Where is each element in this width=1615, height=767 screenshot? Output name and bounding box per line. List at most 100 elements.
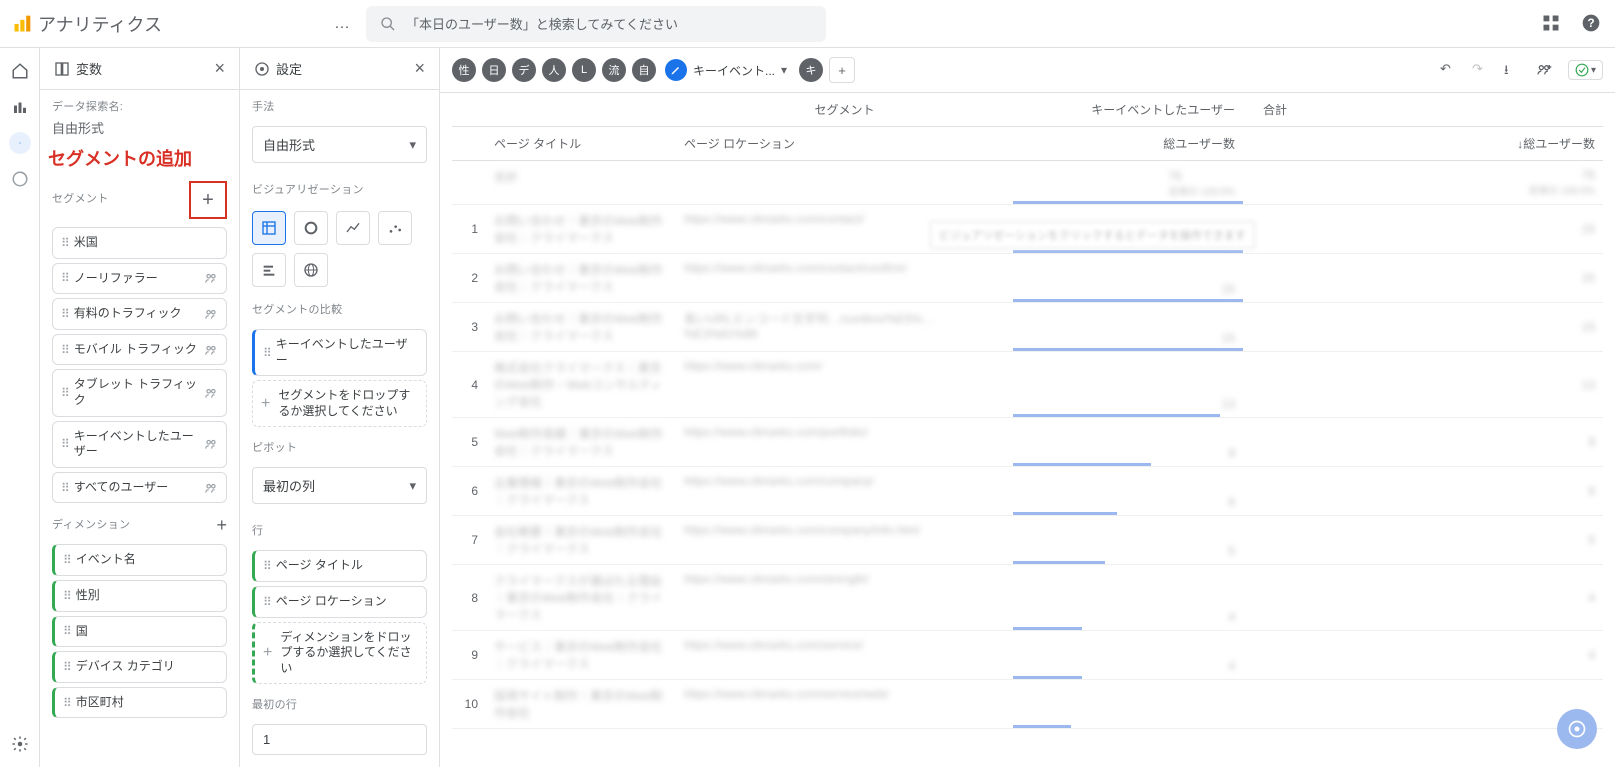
table: セグメント キーイベントしたユーザー 合計 ページ タイトル ページ ロケーショ… bbox=[440, 93, 1615, 767]
undo-icon[interactable]: ↶ bbox=[1440, 61, 1458, 79]
variables-icon bbox=[54, 61, 70, 77]
left-nav bbox=[0, 48, 40, 767]
search-placeholder: 「本日のユーザー数」と検索してみてください bbox=[406, 14, 678, 33]
dimension-chip[interactable]: ⠿市区町村 bbox=[52, 687, 227, 719]
add-segment-button[interactable]: + bbox=[189, 181, 227, 219]
viz-donut-icon[interactable] bbox=[294, 211, 328, 245]
add-dimension-button[interactable]: + bbox=[216, 515, 227, 536]
status-ok[interactable]: ▾ bbox=[1568, 60, 1603, 80]
table-row: 2お問い合わせ｜東京のWeb制作会社｜クライマークスhttps://www.cl… bbox=[452, 254, 1603, 303]
seg-compare-label: セグメントの比較 bbox=[252, 301, 427, 317]
table-row: 6企業情報｜東京のWeb制作会社｜クライマークスhttps://www.clim… bbox=[452, 467, 1603, 516]
row-chip[interactable]: ⠿ページ ロケーション bbox=[252, 586, 427, 618]
chevron-down-icon: ▾ bbox=[1591, 65, 1596, 76]
segment-chip[interactable]: ⠿有料のトラフィック bbox=[52, 298, 227, 330]
svg-text:?: ? bbox=[1587, 17, 1594, 30]
home-icon[interactable] bbox=[9, 60, 31, 82]
close-settings-icon[interactable]: × bbox=[414, 58, 425, 79]
table-row: 合計76全体の 100.0%76全体の 100.0% bbox=[452, 161, 1603, 205]
redo-icon[interactable]: ↷ bbox=[1472, 61, 1490, 79]
segment-chip[interactable]: ⠿モバイル トラフィック bbox=[52, 334, 227, 366]
tab-circle[interactable]: L bbox=[572, 58, 596, 82]
settings-title: 設定 bbox=[276, 59, 302, 78]
col-keyevent-users: キーイベントしたユーザー bbox=[1013, 93, 1243, 126]
fab-button[interactable] bbox=[1557, 709, 1597, 749]
annotation-add-segment: セグメントの追加 bbox=[40, 141, 239, 173]
dimension-section-label: ディメンション bbox=[52, 516, 130, 532]
dimension-chip[interactable]: ⠿イベント名 bbox=[52, 544, 227, 576]
method-select[interactable]: 自由形式▾ bbox=[252, 126, 427, 163]
viz-geo-icon[interactable] bbox=[294, 253, 328, 287]
download-icon[interactable]: ⭳ bbox=[1504, 61, 1522, 79]
viz-line-icon[interactable] bbox=[336, 211, 370, 245]
viz-table-icon[interactable] bbox=[252, 211, 286, 245]
variables-title: 変数 bbox=[76, 59, 102, 78]
settings-panel: 設定 × 手法 自由形式▾ ビジュアリゼーション セグメントの比較 ⠿キーイベン… bbox=[240, 48, 440, 767]
tooltip: ビジュアリゼーションをクリックするとデータを操作できます bbox=[930, 221, 1255, 249]
tab-circle[interactable]: 人 bbox=[542, 58, 566, 82]
segment-chip[interactable]: ⠿タブレット トラフィック bbox=[52, 369, 227, 416]
table-row: 10採用サイト制作｜東京のWeb制作会社https://www.climarks… bbox=[452, 680, 1603, 729]
segment-chip[interactable]: ⠿すべてのユーザー bbox=[52, 472, 227, 504]
chevron-down-icon[interactable]: ▾ bbox=[781, 63, 787, 77]
pivot-select[interactable]: 最初の列▾ bbox=[252, 467, 427, 504]
settings-panel-icon bbox=[254, 61, 270, 77]
segment-chip[interactable]: ⠿ノーリファラー bbox=[52, 263, 227, 295]
segment-chip[interactable]: ⠿キーイベントしたユーザー bbox=[52, 421, 227, 468]
pivot-label: ピボット bbox=[252, 439, 427, 455]
col-total-users[interactable]: 総ユーザー数 bbox=[1013, 127, 1243, 160]
tab-circle[interactable]: キ bbox=[799, 58, 823, 82]
segment-chip[interactable]: ⠿米国 bbox=[52, 227, 227, 259]
tab-circle[interactable]: 流 bbox=[602, 58, 626, 82]
tab-circle[interactable]: デ bbox=[512, 58, 536, 82]
viz-label: ビジュアリゼーション bbox=[252, 181, 427, 197]
reports-icon[interactable] bbox=[9, 96, 31, 118]
seg-drop-zone[interactable]: +セグメントをドロップするか選択してください bbox=[252, 380, 427, 427]
col-page-title[interactable]: ページ タイトル bbox=[486, 127, 676, 160]
segment-section-label: セグメント bbox=[52, 190, 109, 206]
dim-drop-zone[interactable]: +ディメンションをドロップするか選択してください bbox=[252, 622, 427, 685]
row-chip[interactable]: ⠿ページ タイトル bbox=[252, 550, 427, 582]
ads-icon[interactable] bbox=[9, 168, 31, 190]
tab-circle[interactable]: 性 bbox=[452, 58, 476, 82]
first-row-label: 最初の行 bbox=[252, 696, 427, 712]
settings-icon[interactable] bbox=[9, 733, 31, 755]
chevron-down-icon: ▾ bbox=[409, 478, 416, 494]
dimension-chip[interactable]: ⠿性別 bbox=[52, 580, 227, 612]
table-row: 3お問い合わせ｜東京のWeb制作会社｜クライマークス長いURLエンコード文字列…… bbox=[452, 303, 1603, 352]
tab-circle[interactable]: 日 bbox=[482, 58, 506, 82]
viz-bar-icon[interactable] bbox=[252, 253, 286, 287]
app-title: アナリティクス bbox=[38, 11, 162, 37]
table-row: 7会社概要｜東京のWeb制作会社｜クライマークスhttps://www.clim… bbox=[452, 516, 1603, 565]
search-icon bbox=[380, 16, 396, 32]
topbar: アナリティクス … 「本日のユーザー数」と検索してみてください ? bbox=[0, 0, 1615, 48]
tab-active[interactable]: キーイベント... ▾ bbox=[662, 56, 793, 84]
col-segment: セグメント bbox=[676, 93, 1013, 126]
variables-panel: 変数 × データ探索名: 自由形式 セグメントの追加 セグメント + ⠿米国⠿ノ… bbox=[40, 48, 240, 767]
explore-name-value: 自由形式 bbox=[52, 118, 227, 137]
seg-compare-chip[interactable]: ⠿キーイベントしたユーザー bbox=[252, 329, 427, 376]
main-panel: 性日デ人L流自 キーイベント... ▾ キ + ↶ ↷ ⭳ ▾ セグメント bbox=[440, 48, 1615, 767]
apps-icon[interactable] bbox=[1541, 13, 1563, 35]
add-tab-button[interactable]: + bbox=[829, 57, 855, 83]
share-icon[interactable] bbox=[1536, 61, 1554, 79]
help-icon[interactable]: ? bbox=[1581, 13, 1603, 35]
pencil-icon bbox=[665, 59, 687, 81]
viz-scatter-icon[interactable] bbox=[378, 211, 412, 245]
chevron-down-icon: ▾ bbox=[409, 137, 416, 153]
tabs-bar: 性日デ人L流自 キーイベント... ▾ キ + ↶ ↷ ⭳ ▾ bbox=[440, 48, 1615, 93]
dimension-chip[interactable]: ⠿デバイス カテゴリ bbox=[52, 651, 227, 683]
dimension-chip[interactable]: ⠿国 bbox=[52, 616, 227, 648]
search-input[interactable]: 「本日のユーザー数」と検索してみてください bbox=[366, 6, 826, 42]
explore-icon[interactable] bbox=[9, 132, 31, 154]
close-vars-icon[interactable]: × bbox=[214, 58, 225, 79]
table-row: 5Web制作実績｜東京のWeb制作会社｜クライマークスhttps://www.c… bbox=[452, 418, 1603, 467]
col-total-users-sort[interactable]: ↓総ユーザー数 bbox=[1243, 127, 1603, 160]
method-label: 手法 bbox=[252, 98, 427, 114]
col-page-location[interactable]: ページ ロケーション bbox=[676, 127, 1013, 160]
table-row: 8クライマークスが選ばれる理由｜東京のWeb制作会社｜クライマークスhttps:… bbox=[452, 565, 1603, 631]
breadcrumb-ellipsis[interactable]: … bbox=[334, 15, 350, 33]
first-row-input[interactable]: 1 bbox=[252, 724, 427, 755]
tab-circle[interactable]: 自 bbox=[632, 58, 656, 82]
table-row: 9サービス｜東京のWeb制作会社｜クライマークスhttps://www.clim… bbox=[452, 631, 1603, 680]
